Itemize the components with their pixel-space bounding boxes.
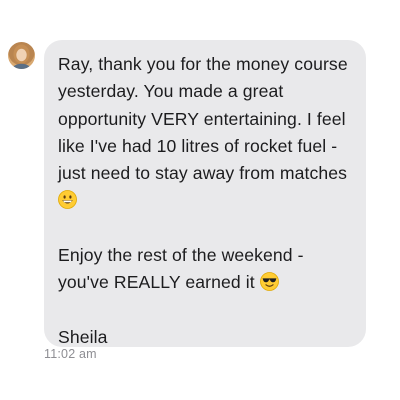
blank-line-2 bbox=[58, 297, 354, 324]
grinning-face-emoji-icon bbox=[58, 190, 77, 210]
signature: Sheila bbox=[58, 326, 108, 347]
message-line-emoji bbox=[58, 187, 354, 214]
message-line-7: you've REALLY earned it bbox=[58, 269, 354, 296]
message-line-3: opportunity VERY entertaining. I feel bbox=[58, 108, 346, 129]
message-timestamp: 11:02 am bbox=[44, 347, 97, 361]
message-line-4: like I've had 10 litres of rocket fuel - bbox=[58, 135, 338, 156]
message-line-5: just need to stay away from matches bbox=[58, 163, 348, 184]
message-line-1: Ray, thank you for the money course bbox=[58, 54, 348, 74]
sunglasses-face-emoji-icon bbox=[259, 272, 279, 292]
sender-avatar[interactable] bbox=[8, 42, 35, 69]
message-line-7-text: you've REALLY earned it bbox=[58, 272, 255, 293]
message-line-6: Enjoy the rest of the weekend - bbox=[58, 245, 304, 266]
avatar-photo-icon bbox=[12, 44, 31, 69]
message-bubble[interactable]: Ray, thank you for the money course yest… bbox=[44, 40, 366, 347]
message-line-2: yesterday. You made a great bbox=[58, 81, 284, 102]
